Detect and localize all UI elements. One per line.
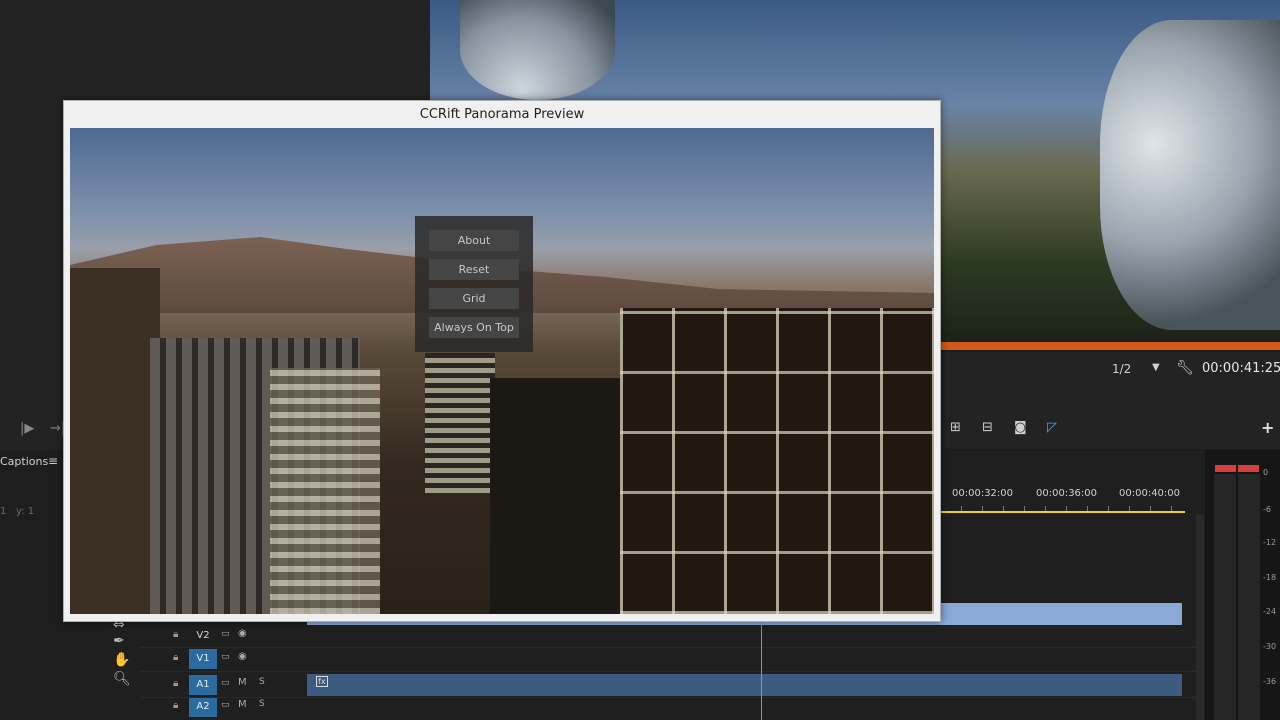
db-label: 0 (1263, 468, 1269, 477)
db-label: -18 (1263, 573, 1277, 582)
track-header-a1: 🔒︎ A1 ▭ M S (140, 674, 306, 696)
grid-button[interactable]: Grid (429, 288, 519, 309)
pen-tool-icon[interactable]: ✒ (113, 633, 125, 649)
work-area-bar[interactable] (940, 511, 1185, 513)
comparison-icon[interactable]: ◸ (1047, 420, 1057, 435)
building (425, 353, 495, 493)
helicopter-stripe (940, 342, 1280, 350)
track-name[interactable]: V1 (189, 649, 217, 669)
audio-clip[interactable] (307, 674, 1182, 696)
camera-icon[interactable]: ◙ (1014, 420, 1027, 435)
eye-icon[interactable]: ◉ (238, 628, 247, 639)
step-forward-icon[interactable]: |▶ (20, 421, 34, 436)
solo-button[interactable]: S (259, 677, 265, 687)
zoom-tool-icon[interactable]: 🔍︎ (113, 671, 131, 687)
ruler-label: 00:00:32:00 (952, 488, 1014, 499)
playhead-line[interactable] (761, 620, 762, 720)
ruler-label: 00:00:40:00 (1119, 488, 1181, 499)
preview-menu: About Reset Grid Always On Top (415, 216, 533, 352)
hand-tool-icon[interactable]: ✋ (113, 652, 130, 668)
ruler-label: 00:00:36:00 (1036, 488, 1098, 499)
wrench-icon[interactable]: 🔧︎ (1176, 360, 1194, 376)
building (70, 268, 160, 614)
track-header-v1: 🔒︎ V1 ▭ ◉ (140, 648, 306, 670)
helicopter-part (460, 0, 615, 100)
lock-icon[interactable]: 🔒︎ (173, 678, 178, 689)
lock-icon[interactable]: 🔒︎ (173, 700, 178, 711)
lift-icon[interactable]: ⊞ (950, 420, 961, 435)
db-label: -30 (1263, 642, 1277, 651)
meter-peak-right[interactable] (1238, 465, 1259, 472)
reset-button[interactable]: Reset (429, 259, 519, 280)
track-name[interactable]: A2 (189, 697, 217, 717)
always-on-top-button[interactable]: Always On Top (429, 317, 519, 338)
db-label: -12 (1263, 538, 1277, 547)
track-header-a2: 🔒︎ A2 ▭ M S (140, 696, 306, 718)
mute-button[interactable]: M (238, 699, 247, 710)
coord-x-readout: 1 (0, 506, 7, 517)
panorama-view[interactable]: About Reset Grid Always On Top (70, 128, 934, 614)
panorama-preview-window[interactable]: CCRift Panorama Preview About Reset Grid… (63, 100, 941, 622)
db-label: -6 (1263, 505, 1271, 514)
db-label: -36 (1263, 677, 1277, 686)
track-divider (140, 697, 1200, 698)
panel-menu-icon[interactable]: ≡ (48, 454, 58, 468)
eye-icon[interactable]: ◉ (238, 651, 247, 662)
filmstrip-icon[interactable]: ▭ (221, 629, 230, 639)
window-title: CCRift Panorama Preview (419, 107, 585, 122)
track-name[interactable]: V2 (189, 626, 217, 646)
filmstrip-icon[interactable]: ▭ (221, 652, 230, 662)
meter-peak-left[interactable] (1215, 465, 1236, 472)
fx-badge: fx (316, 676, 328, 687)
track-divider (140, 671, 1200, 672)
meter-channel-right (1238, 474, 1260, 720)
about-button[interactable]: About (429, 230, 519, 251)
playhead-timecode[interactable]: 00:00:41:25 (1202, 361, 1280, 376)
tab-captions[interactable]: Captions (0, 455, 48, 468)
mute-button[interactable]: M (238, 677, 247, 688)
resolution-select[interactable]: 1/2 (1112, 362, 1131, 376)
coord-y-readout: y: 1 (16, 506, 35, 517)
filmstrip-icon[interactable]: ▭ (221, 700, 230, 710)
chevron-down-icon[interactable]: ▼ (1152, 362, 1160, 373)
track-name[interactable]: A1 (189, 675, 217, 695)
track-header-v2: 🔒︎ V2 ▭ ◉ (140, 625, 306, 647)
lock-icon[interactable]: 🔒︎ (173, 652, 178, 663)
timeline-scrollbar[interactable] (1196, 515, 1204, 720)
track-divider (140, 647, 1200, 648)
extract-icon[interactable]: ⊟ (982, 420, 993, 435)
lock-icon[interactable]: 🔒︎ (173, 629, 178, 640)
meter-channel-left (1214, 474, 1236, 720)
building (270, 368, 380, 614)
solo-button[interactable]: S (259, 699, 265, 709)
filmstrip-icon[interactable]: ▭ (221, 678, 230, 688)
db-label: -24 (1263, 607, 1277, 616)
add-button-icon[interactable]: + (1261, 418, 1274, 437)
building (490, 378, 620, 614)
glass-building (620, 308, 934, 614)
helicopter-cockpit (1100, 20, 1280, 330)
